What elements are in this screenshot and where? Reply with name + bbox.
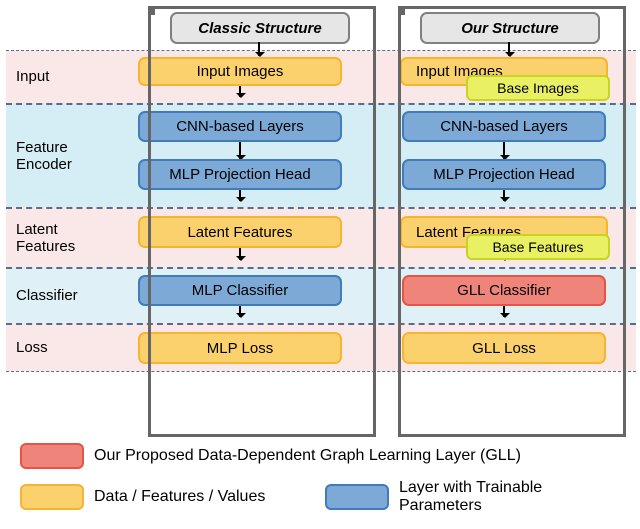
ours-input: Input Images Base Images (400, 57, 608, 86)
classic-loss: MLP Loss (138, 332, 342, 364)
legend-swatch-gll (20, 443, 84, 469)
legend-swatch-trainable (325, 484, 389, 510)
header-ours: Our Structure (420, 12, 600, 44)
arrow-down-icon (239, 86, 241, 97)
row-label-loss: Loss (6, 325, 108, 371)
ours-base-images: Base Images (466, 75, 610, 101)
legend-label-data: Data / Features / Values (94, 488, 265, 506)
legend-label-trainable: Layer with Trainable Parameters (399, 479, 620, 515)
ours-mlp-proj: MLP Projection Head (402, 159, 606, 190)
arrow-down-icon (239, 190, 241, 201)
row-label-encoder: Feature Encoder (6, 105, 108, 207)
classic-cnn: CNN-based Layers (138, 111, 342, 142)
classic-latent: Latent Features (138, 216, 342, 248)
classic-input: Input Images (138, 57, 342, 86)
arrow-down-icon (239, 142, 241, 159)
arrow-down-icon (508, 42, 510, 56)
row-label-input: Input (6, 51, 108, 103)
classic-classifier: MLP Classifier (138, 275, 342, 306)
legend-label-gll: Our Proposed Data-Dependent Graph Learni… (94, 447, 521, 465)
ours-loss: GLL Loss (402, 332, 606, 364)
comparison-grid: Input Input Images Input Images Base Ima… (6, 50, 636, 372)
ours-cnn: CNN-based Layers (402, 111, 606, 142)
arrow-down-icon (503, 142, 505, 159)
legend: Our Proposed Data-Dependent Graph Learni… (20, 433, 620, 515)
arrow-down-icon (503, 190, 505, 201)
ours-latent: Latent Features Base Features (400, 216, 608, 248)
arrow-down-icon (503, 306, 505, 317)
ours-classifier: GLL Classifier (402, 275, 606, 306)
header-classic: Classic Structure (170, 12, 350, 44)
arrow-down-icon (239, 248, 241, 260)
ours-base-features: Base Features (466, 234, 610, 260)
row-label-latent: Latent Features (6, 209, 108, 267)
arrow-down-icon (239, 306, 241, 317)
legend-swatch-data (20, 484, 84, 510)
row-label-classifier: Classifier (6, 269, 108, 323)
arrow-down-icon (258, 42, 260, 56)
classic-mlp-proj: MLP Projection Head (138, 159, 342, 190)
